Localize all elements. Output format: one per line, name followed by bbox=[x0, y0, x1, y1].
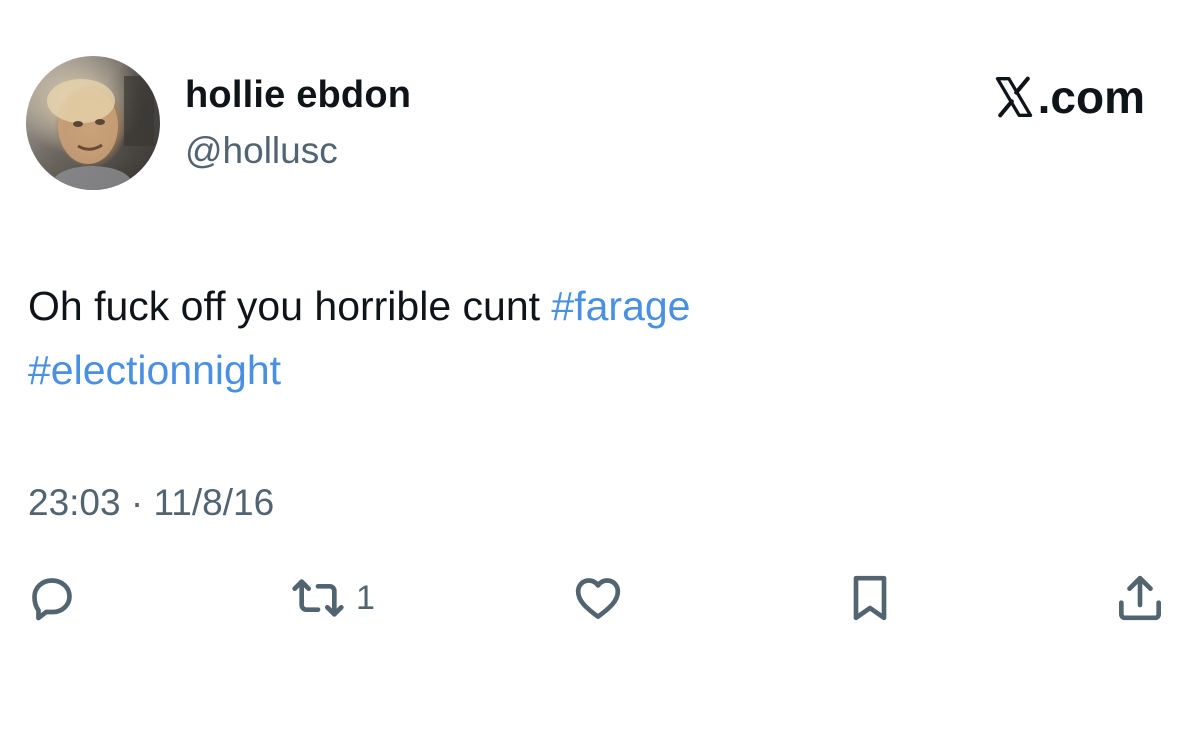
retweet-count: 1 bbox=[356, 578, 375, 617]
share-icon bbox=[1119, 575, 1161, 621]
retweet-button[interactable]: 1 bbox=[290, 570, 375, 626]
reply-button[interactable] bbox=[24, 570, 80, 626]
hashtag-farage[interactable]: #farage bbox=[551, 283, 690, 329]
tweet-card: hollie ebdon @hollusc .com Oh fuck off y… bbox=[0, 0, 1200, 746]
avatar-photo bbox=[47, 76, 154, 190]
brand-watermark: .com bbox=[992, 70, 1145, 124]
user-handle[interactable]: @hollusc bbox=[185, 130, 338, 172]
avatar[interactable] bbox=[26, 56, 160, 190]
action-bar: 1 bbox=[0, 570, 1200, 630]
heart-icon bbox=[575, 578, 621, 619]
like-button[interactable] bbox=[570, 570, 626, 626]
share-button[interactable] bbox=[1112, 570, 1168, 626]
bookmark-button[interactable] bbox=[842, 570, 898, 626]
bookmark-icon bbox=[853, 575, 887, 621]
tweet-timestamp[interactable]: 23:03 · 11/8/16 bbox=[28, 482, 274, 524]
retweet-icon bbox=[292, 579, 344, 617]
brand-label: .com bbox=[1037, 71, 1145, 123]
hashtag-electionnight[interactable]: #electionnight bbox=[28, 347, 281, 393]
tweet-body: Oh fuck off you horrible cunt bbox=[28, 283, 552, 329]
display-name[interactable]: hollie ebdon bbox=[185, 74, 411, 117]
tweet-text: Oh fuck off you horrible cunt #farage #el… bbox=[28, 274, 1168, 402]
reply-icon bbox=[32, 578, 72, 621]
x-logo-icon bbox=[995, 76, 1032, 118]
